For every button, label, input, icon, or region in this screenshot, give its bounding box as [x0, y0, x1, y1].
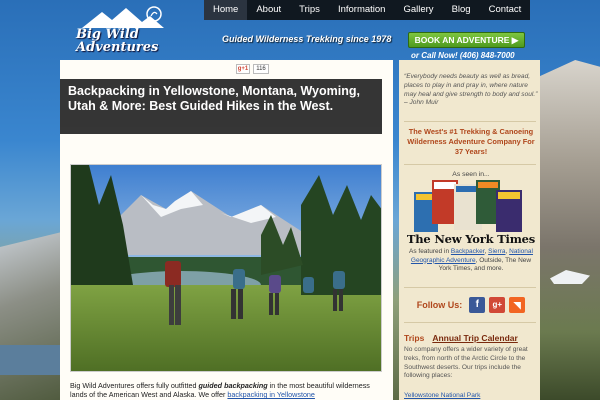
page-title: Backpacking in Yellowstone, Montana, Wyo…	[68, 84, 360, 113]
trips-description: No company offers a wider variety of gre…	[404, 346, 528, 380]
main-nav: Home About Trips Information Gallery Blo…	[204, 0, 530, 20]
background-lake	[0, 345, 60, 375]
magazine-covers-icon	[414, 180, 522, 232]
backpacker-link[interactable]: Backpacker	[451, 248, 485, 255]
featured-in-text: As featured in Backpacker, Sierra, Natio…	[404, 248, 538, 274]
annual-trip-calendar-link[interactable]: Annual Trip Calendar	[432, 333, 518, 343]
new-york-times-logo: The New York Times	[406, 232, 536, 246]
sidebar-headline: The West's #1 Trekking & Canoeing Wilder…	[407, 127, 535, 156]
phone-number[interactable]: or Call Now! (406) 848-7000	[411, 51, 515, 60]
page-title-box: Backpacking in Yellowstone, Montana, Wyo…	[60, 79, 382, 134]
sidebar-divider	[404, 164, 536, 165]
gplus-share-button[interactable]: g+1	[236, 64, 250, 74]
gplus-count: 116	[253, 64, 269, 74]
featured-prefix: As featured in	[409, 248, 451, 255]
trips-header: Trips Annual Trip Calendar	[404, 333, 538, 343]
magazine-covers	[414, 180, 524, 232]
yellowstone-link[interactable]: backpacking in Yellowstone	[227, 390, 315, 399]
google-plus-icon[interactable]: g+	[489, 296, 506, 313]
trips-label: Trips	[404, 333, 425, 343]
nav-about[interactable]: About	[247, 0, 290, 20]
nav-blog[interactable]: Blog	[443, 0, 480, 20]
intro-text-1: Big Wild Adventures offers fully outfitt…	[70, 381, 199, 390]
tagline: Guided Wilderness Trekking since 1978	[222, 34, 392, 44]
nav-gallery[interactable]: Gallery	[394, 0, 442, 20]
book-adventure-button[interactable]: BOOK AN ADVENTURE ▶	[408, 32, 525, 48]
as-seen-in-label: As seen in...	[452, 171, 490, 178]
follow-us-bar: Follow Us: f g+ ◥	[404, 292, 538, 317]
muir-quote: “Everybody needs beauty as well as bread…	[404, 73, 538, 107]
yellowstone-trip-link[interactable]: Yellowstone National Park	[404, 392, 480, 399]
nav-home[interactable]: Home	[204, 0, 248, 20]
site-logo[interactable]: Big Wild Adventures	[76, 6, 168, 54]
sidebar-divider	[404, 287, 536, 288]
hikers-photo	[70, 164, 382, 372]
hiking-scene-image	[71, 165, 381, 371]
rss-icon[interactable]: ◥	[509, 296, 526, 313]
background-mountain-right	[538, 60, 600, 400]
sierra-link[interactable]: Sierra	[488, 248, 505, 255]
sidebar-divider	[404, 121, 536, 122]
intro-bold: guided backpacking	[198, 381, 268, 390]
nav-information[interactable]: Information	[329, 0, 395, 20]
share-buttons: g+1 116	[236, 64, 269, 74]
facebook-icon[interactable]: f	[469, 296, 486, 313]
nav-contact[interactable]: Contact	[480, 0, 531, 20]
follow-us-label: Follow Us:	[416, 299, 463, 310]
nav-trips[interactable]: Trips	[290, 0, 329, 20]
logo-line-2: Adventures	[76, 40, 159, 55]
intro-paragraph: Big Wild Adventures offers fully outfitt…	[70, 381, 382, 399]
sidebar-divider	[404, 322, 536, 323]
